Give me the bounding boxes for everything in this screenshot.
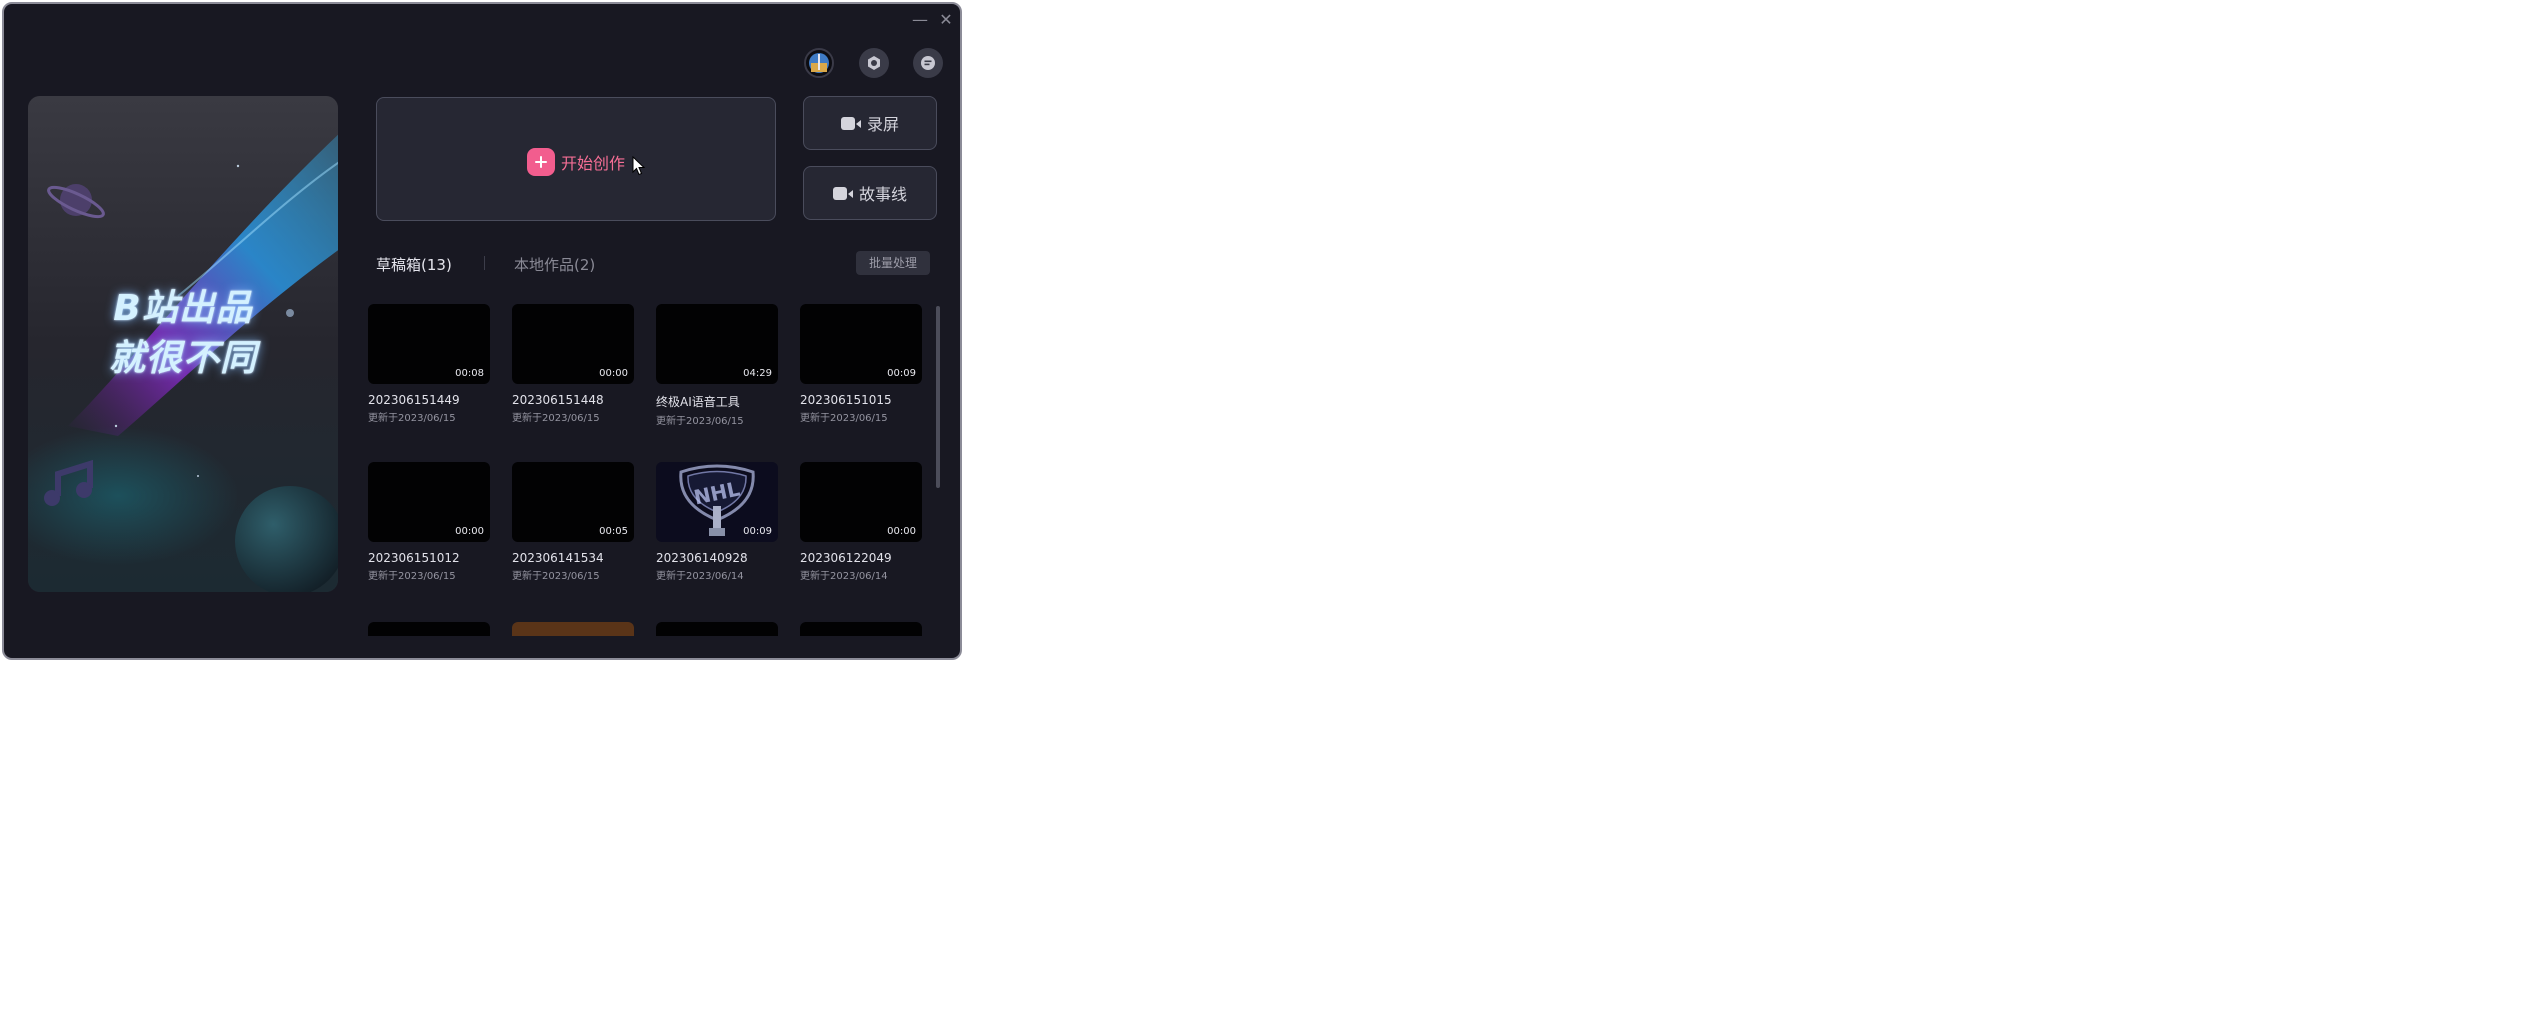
app-window: — ✕ B站出品 就很不同 开始创作 录屏 故事线 草稿箱(13) 本地作品(2… — [2, 2, 962, 660]
draft-thumbnail: 00:00 — [368, 462, 490, 542]
record-screen-button[interactable]: 录屏 — [803, 96, 937, 150]
tab-divider — [484, 256, 485, 270]
draft-card[interactable]: NHL 00:09 202306140928 更新于2023/06/14 — [656, 462, 778, 582]
camera-icon — [840, 116, 861, 130]
draft-name: 202306151449 — [368, 393, 460, 407]
draft-name: 202306141534 — [512, 551, 604, 565]
camera-icon — [832, 186, 853, 200]
banner-line-2: 就很不同 — [108, 338, 257, 379]
draft-updated-date: 更新于2023/06/15 — [368, 413, 456, 424]
start-creation-label: 开始创作 — [560, 154, 625, 173]
batch-process-button[interactable]: 批量处理 — [856, 251, 930, 275]
draft-updated-date: 更新于2023/06/15 — [800, 413, 888, 424]
duration-label: 00:05 — [599, 526, 628, 537]
draft-name: 202306122049 — [800, 551, 892, 565]
draft-updated-date: 更新于2023/06/15 — [512, 413, 600, 424]
banner-line-1: B站出品 — [113, 288, 253, 329]
draft-thumbnail: 00:00 — [512, 304, 634, 384]
draft-name: 202306140928 — [656, 551, 748, 565]
draft-thumbnail: NHL 00:09 — [656, 462, 778, 542]
draft-updated-date: 更新于2023/06/15 — [512, 571, 600, 582]
tab-local-works[interactable]: 本地作品(2) — [514, 254, 595, 275]
duration-label: 00:00 — [599, 368, 628, 379]
draft-thumbnail — [368, 622, 490, 636]
settings-icon[interactable] — [859, 48, 889, 78]
draft-card[interactable]: 00:09 202306151015 更新于2023/06/15 — [800, 304, 922, 424]
draft-thumbnail — [512, 622, 634, 636]
draft-updated-date: 更新于2023/06/15 — [656, 416, 744, 427]
draft-name: 终极AI语音工具 — [656, 395, 740, 409]
draft-updated-date: 更新于2023/06/15 — [368, 571, 456, 582]
grid-scrollbar[interactable] — [936, 306, 940, 488]
duration-label: 00:00 — [887, 526, 916, 537]
duration-label: 00:08 — [455, 368, 484, 379]
draft-name: 202306151012 — [368, 551, 460, 565]
duration-label: 00:09 — [743, 526, 772, 537]
storyline-button[interactable]: 故事线 — [803, 166, 937, 220]
draft-thumbnail: 00:00 — [800, 462, 922, 542]
draft-thumbnail — [656, 622, 778, 636]
duration-label: 00:09 — [887, 368, 916, 379]
draft-card[interactable] — [800, 622, 922, 636]
draft-card[interactable] — [512, 622, 634, 636]
banner-slogan: B站出品 就很不同 — [28, 284, 338, 384]
avatar[interactable] — [804, 48, 834, 78]
duration-label: 04:29 — [743, 368, 772, 379]
feedback-icon[interactable] — [913, 48, 943, 78]
draft-thumbnail: 00:05 — [512, 462, 634, 542]
draft-name: 202306151015 — [800, 393, 892, 407]
drafts-grid: 00:08 202306151449 更新于2023/06/15 00:00 2… — [368, 304, 928, 636]
tab-drafts[interactable]: 草稿箱(13) — [376, 254, 452, 275]
draft-name: 202306151448 — [512, 393, 604, 407]
minimize-button[interactable]: — — [910, 10, 930, 30]
draft-thumbnail: 04:29 — [656, 304, 778, 384]
draft-card[interactable]: 00:08 202306151449 更新于2023/06/15 — [368, 304, 490, 424]
draft-thumbnail — [800, 622, 922, 636]
draft-thumbnail: 00:09 — [800, 304, 922, 384]
close-button[interactable]: ✕ — [936, 10, 956, 30]
draft-card[interactable] — [656, 622, 778, 636]
record-screen-label: 录屏 — [866, 115, 899, 134]
draft-card[interactable]: 00:00 202306122049 更新于2023/06/14 — [800, 462, 922, 582]
start-creation-button[interactable]: 开始创作 — [376, 97, 776, 221]
draft-updated-date: 更新于2023/06/14 — [656, 571, 744, 582]
draft-card[interactable]: 00:00 202306151012 更新于2023/06/15 — [368, 462, 490, 582]
draft-card[interactable]: 00:05 202306141534 更新于2023/06/15 — [512, 462, 634, 582]
plus-icon — [526, 148, 555, 176]
draft-thumbnail: 00:08 — [368, 304, 490, 384]
duration-label: 00:00 — [455, 526, 484, 537]
draft-card[interactable] — [368, 622, 490, 636]
draft-card[interactable]: 00:00 202306151448 更新于2023/06/15 — [512, 304, 634, 424]
storyline-label: 故事线 — [858, 185, 907, 204]
draft-updated-date: 更新于2023/06/14 — [800, 571, 888, 582]
mouse-cursor-icon — [632, 156, 646, 176]
draft-card[interactable]: 04:29 终极AI语音工具 更新于2023/06/15 — [656, 304, 778, 427]
promo-banner[interactable]: B站出品 就很不同 — [28, 96, 338, 592]
